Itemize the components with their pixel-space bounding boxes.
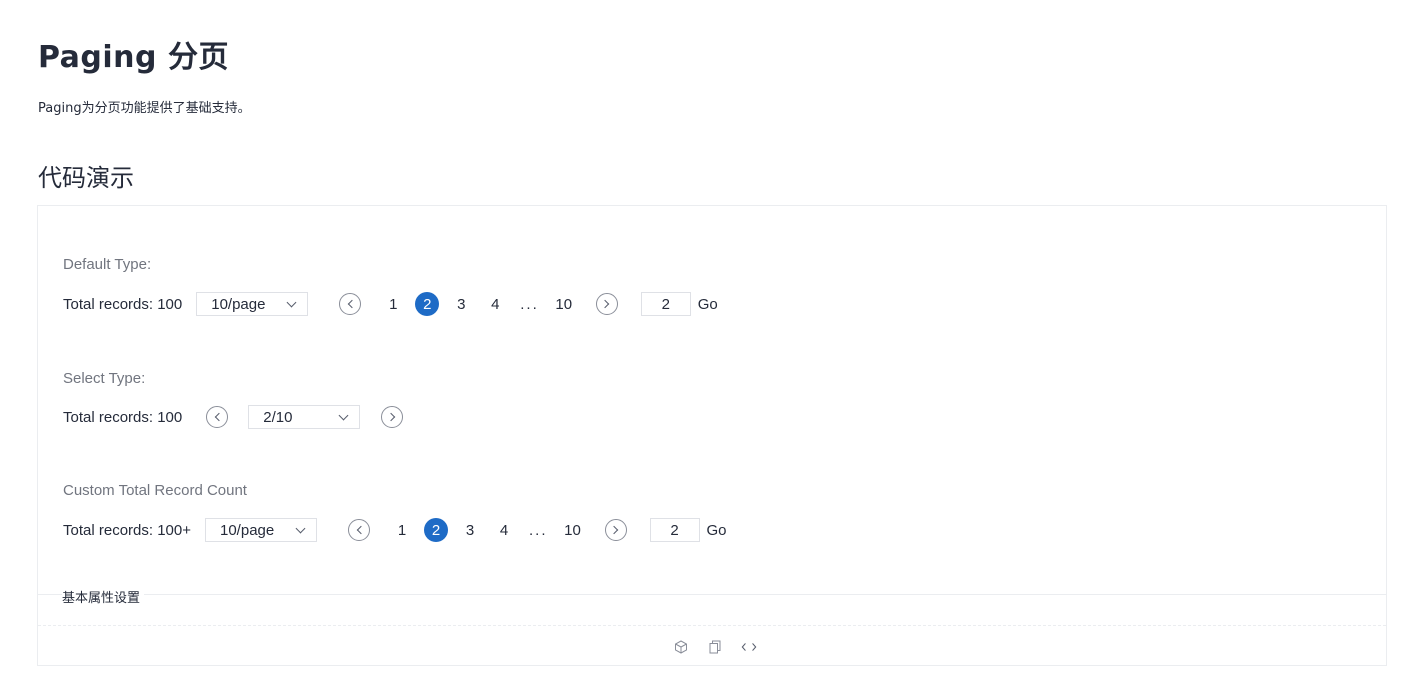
chevron-right-icon bbox=[601, 299, 610, 309]
page-select[interactable]: 2/10 bbox=[248, 405, 361, 429]
next-page-button[interactable] bbox=[595, 293, 618, 315]
page-3[interactable]: 3 bbox=[449, 292, 473, 316]
copy-icon[interactable] bbox=[707, 639, 723, 655]
codesandbox-icon[interactable] bbox=[673, 639, 689, 655]
select-pagination: Total records: 100 2/10 bbox=[63, 404, 404, 430]
chevron-left-icon bbox=[347, 299, 356, 309]
page-2-active[interactable]: 2 bbox=[424, 518, 448, 542]
chevron-right-icon bbox=[609, 525, 619, 535]
basic-props-label: 基本属性设置 bbox=[62, 587, 145, 606]
page-2-active[interactable]: 2 bbox=[415, 292, 440, 316]
total-records: Total records: 100+ bbox=[63, 521, 191, 539]
section-title: 代码演示 bbox=[38, 164, 134, 192]
page-select-value: 2/10 bbox=[263, 408, 293, 426]
jump-page-input[interactable]: 2 bbox=[640, 292, 691, 316]
next-page-button[interactable] bbox=[381, 406, 404, 428]
page-title: Paging 分页 bbox=[38, 40, 229, 75]
prev-page-button[interactable] bbox=[339, 293, 362, 315]
chevron-down-icon bbox=[338, 410, 349, 420]
chevron-down-icon bbox=[286, 297, 297, 307]
prev-page-button[interactable] bbox=[348, 519, 370, 541]
chevron-left-icon bbox=[356, 525, 365, 535]
chevron-right-icon bbox=[386, 412, 395, 422]
page-size-select[interactable]: 10/page bbox=[196, 292, 309, 316]
divider bbox=[38, 625, 1386, 626]
custom-pagination: Total records: 100+ 10/page 1 2 3 4 ... … bbox=[63, 517, 727, 543]
prev-page-button[interactable] bbox=[206, 406, 229, 428]
page-ellipsis: ... bbox=[529, 521, 548, 539]
page-ellipsis: ... bbox=[520, 295, 539, 313]
default-pagination: Total records: 100 10/page 1 2 3 4 ... 1… bbox=[63, 291, 718, 317]
next-page-button[interactable] bbox=[604, 519, 627, 541]
page-1[interactable]: 1 bbox=[381, 292, 405, 316]
divider bbox=[38, 594, 1386, 595]
page-size-value: 10/page bbox=[211, 295, 266, 313]
jump-page-input[interactable]: 2 bbox=[649, 518, 700, 542]
custom-total-label: Custom Total Record Count bbox=[63, 482, 247, 499]
page-4[interactable]: 4 bbox=[483, 292, 507, 316]
demo-box: Default Type: Total records: 100 10/page… bbox=[37, 205, 1387, 666]
chevron-down-icon bbox=[295, 523, 306, 533]
page-1[interactable]: 1 bbox=[390, 518, 414, 542]
page-description: Paging为分页功能提供了基础支持。 bbox=[38, 101, 251, 116]
page-4[interactable]: 4 bbox=[492, 518, 516, 542]
total-records: Total records: 100 bbox=[63, 295, 183, 313]
go-button[interactable]: Go bbox=[707, 522, 727, 539]
chevron-left-icon bbox=[214, 412, 223, 422]
demo-toolbar bbox=[673, 639, 757, 655]
go-button[interactable]: Go bbox=[698, 296, 718, 313]
page-size-select[interactable]: 10/page bbox=[205, 518, 317, 542]
page-size-value: 10/page bbox=[220, 521, 275, 539]
code-icon[interactable] bbox=[741, 639, 757, 655]
total-records: Total records: 100 bbox=[63, 408, 183, 426]
page-10[interactable]: 10 bbox=[552, 292, 576, 316]
page-3[interactable]: 3 bbox=[458, 518, 482, 542]
default-type-label: Default Type: bbox=[63, 256, 152, 273]
select-type-label: Select Type: bbox=[63, 370, 146, 387]
page-10[interactable]: 10 bbox=[561, 518, 585, 542]
